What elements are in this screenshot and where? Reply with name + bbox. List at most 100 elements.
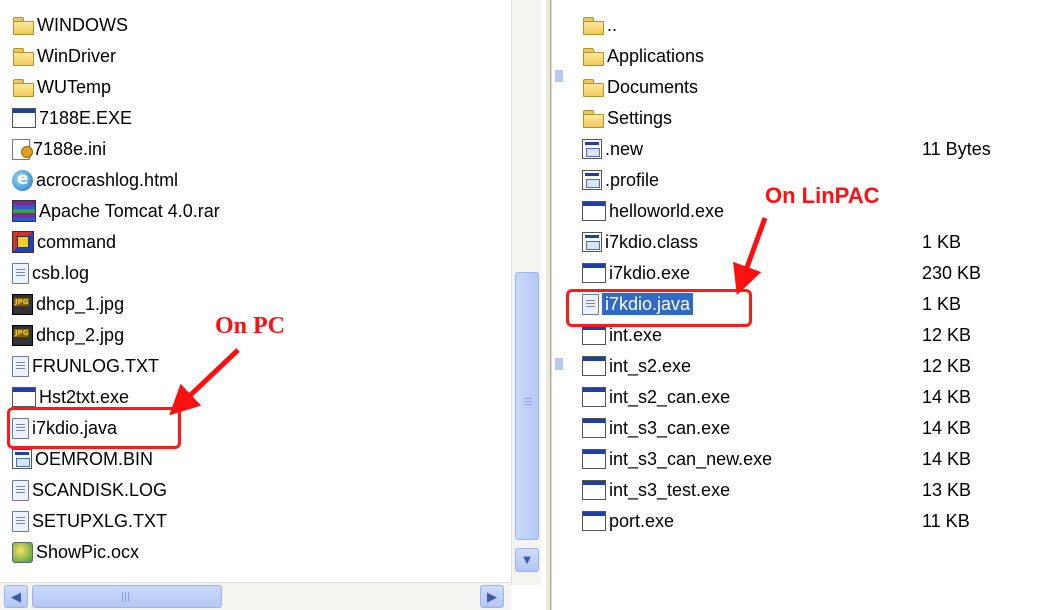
file-list-item[interactable]: .profile [582, 165, 659, 195]
exe-icon [12, 108, 36, 128]
file-list-item[interactable]: csb.log [12, 258, 89, 288]
file-name: csb.log [32, 263, 90, 283]
file-list-item[interactable]: ShowPic.ocx [12, 537, 139, 567]
scroll-left-arrow-icon[interactable]: ◀ [4, 585, 28, 608]
file-name: .profile [605, 170, 660, 190]
file-name: WUTemp [37, 77, 112, 97]
file-name: command [37, 232, 117, 252]
html-file-icon [12, 169, 33, 191]
file-list-item[interactable]: int_s2.exe 12 KB [582, 351, 971, 381]
file-name: dhcp_1.jpg [36, 294, 125, 314]
file-list-item[interactable]: dhcp_1.jpg [12, 289, 124, 319]
file-list-item[interactable]: WinDriver [12, 41, 116, 71]
file-list-item[interactable]: int_s2_can.exe 14 KB [582, 382, 971, 412]
file-list-item[interactable]: i7kdio.class 1 KB [582, 227, 961, 257]
file-name: SCANDISK.LOG [32, 480, 168, 500]
vertical-scroll-thumb[interactable] [515, 272, 539, 540]
file-list-item[interactable]: i7kdio.exe 230 KB [582, 258, 981, 288]
file-size: 1 KB [922, 293, 962, 314]
file-size: 14 KB [922, 448, 972, 469]
file-list-item[interactable]: WUTemp [12, 72, 111, 102]
file-name: i7kdio.class [605, 232, 699, 252]
file-name: 7188e.ini [33, 139, 107, 159]
exe-icon [582, 387, 606, 407]
highlight-box-linpac [566, 289, 752, 327]
bin-file-icon [582, 170, 602, 190]
file-name: OEMROM.BIN [35, 449, 154, 469]
file-list-item[interactable]: WINDOWS [12, 10, 128, 40]
file-name: int_s3_can.exe [609, 418, 731, 438]
folder-icon [12, 45, 34, 67]
file-name: FRUNLOG.TXT [32, 356, 160, 376]
folder-icon [12, 76, 34, 98]
annotation-on-linpac: On LinPAC [765, 183, 880, 208]
file-name: helloworld.exe [609, 201, 725, 221]
right-pane-scroll-markers [555, 70, 563, 370]
folder-icon [582, 14, 604, 36]
file-size: 12 KB [922, 324, 972, 345]
file-list-item[interactable]: FRUNLOG.TXT [12, 351, 159, 381]
left-horizontal-scrollbar[interactable]: ◀ ▶ [0, 582, 511, 610]
exe-icon [582, 480, 606, 500]
file-name: .new [605, 139, 644, 159]
command-icon [12, 231, 34, 253]
folder-icon [582, 45, 604, 67]
bin-file-icon [582, 139, 602, 159]
file-name: SETUPXLG.TXT [32, 511, 168, 531]
ocx-file-icon [12, 541, 33, 563]
grip-icon [122, 592, 131, 602]
file-name: acrocrashlog.html [36, 170, 179, 190]
file-list-item[interactable]: int_s3_can.exe 14 KB [582, 413, 971, 443]
exe-icon [582, 356, 606, 376]
file-list-item[interactable]: SETUPXLG.TXT [12, 506, 167, 536]
exe-icon [582, 418, 606, 438]
scroll-down-arrow-icon[interactable]: ▼ [515, 548, 539, 572]
exe-icon [582, 449, 606, 469]
file-list-item[interactable]: SCANDISK.LOG [12, 475, 167, 505]
text-file-icon [12, 479, 29, 501]
left-file-pane[interactable]: WINDOWS WinDriver WUTemp 7188E.EXE 7188e.ini… [0, 0, 545, 610]
folder-icon [582, 76, 604, 98]
ini-file-icon [12, 138, 33, 160]
file-list-item[interactable]: int_s3_can_new.exe 14 KB [582, 444, 971, 474]
file-list-item[interactable]: 7188e.ini [12, 134, 106, 164]
file-list-item[interactable]: port.exe 11 KB [582, 506, 970, 536]
file-list-item[interactable]: Documents [582, 72, 698, 102]
file-name: .. [607, 15, 618, 35]
file-list-item[interactable]: dhcp_2.jpg [12, 320, 124, 350]
file-list-item[interactable]: .new 11 Bytes [582, 134, 991, 164]
file-size: 14 KB [922, 417, 972, 438]
file-name: Documents [607, 77, 699, 97]
exe-icon [582, 263, 606, 283]
jpg-file-icon [12, 324, 33, 346]
exe-icon [582, 201, 606, 221]
file-list-item[interactable]: 7188E.EXE [12, 103, 132, 133]
file-name: int.exe [609, 325, 663, 345]
file-name: WINDOWS [37, 15, 128, 35]
file-list-item[interactable]: Settings [582, 103, 672, 133]
file-name: int_s2.exe [609, 356, 692, 376]
file-list-item[interactable]: helloworld.exe [582, 196, 724, 226]
text-file-icon [12, 262, 29, 284]
exe-icon [12, 387, 36, 407]
file-name: Apache Tomcat 4.0.rar [39, 201, 220, 221]
file-list-item[interactable]: Applications [582, 41, 704, 71]
file-list-item[interactable]: int_s3_test.exe 13 KB [582, 475, 971, 505]
file-name: Hst2txt.exe [39, 387, 130, 407]
file-name: int_s3_can_new.exe [609, 449, 773, 469]
file-name: dhcp_2.jpg [36, 325, 125, 345]
file-name: i7kdio.exe [609, 263, 691, 283]
file-list-item[interactable]: command [12, 227, 116, 257]
file-size: 11 KB [922, 510, 970, 531]
scroll-right-arrow-icon[interactable]: ▶ [480, 585, 504, 608]
horizontal-scroll-thumb[interactable] [32, 585, 222, 608]
left-vertical-scrollbar[interactable]: ▼ [511, 0, 541, 585]
folder-icon [12, 14, 34, 36]
file-list-item[interactable]: Apache Tomcat 4.0.rar [12, 196, 220, 226]
exe-icon [582, 511, 606, 531]
file-size: 12 KB [922, 355, 972, 376]
file-name: Settings [607, 108, 673, 128]
file-list-item[interactable]: .. [582, 10, 617, 40]
file-size: 11 Bytes [922, 138, 991, 159]
file-list-item[interactable]: acrocrashlog.html [12, 165, 178, 195]
